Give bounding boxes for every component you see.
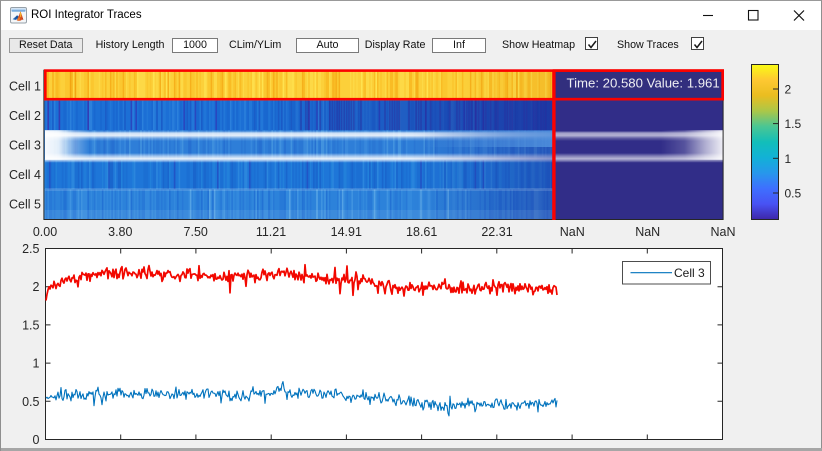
- svg-text:1.5: 1.5: [22, 318, 39, 332]
- svg-text:0.5: 0.5: [22, 395, 39, 409]
- svg-text:0.5: 0.5: [785, 187, 802, 201]
- svg-text:1.5: 1.5: [785, 117, 802, 131]
- svg-text:0.00: 0.00: [33, 225, 57, 239]
- svg-text:NaN: NaN: [560, 225, 585, 239]
- svg-text:22.31: 22.31: [481, 225, 512, 239]
- svg-text:2: 2: [785, 83, 792, 97]
- svg-text:1: 1: [785, 152, 792, 166]
- svg-text:Cell 1: Cell 1: [9, 79, 41, 93]
- svg-text:1: 1: [33, 357, 40, 371]
- svg-text:Cell 3: Cell 3: [674, 266, 705, 280]
- svg-text:7.50: 7.50: [184, 225, 208, 239]
- svg-text:14.91: 14.91: [331, 225, 362, 239]
- svg-text:11.21: 11.21: [256, 225, 286, 239]
- svg-text:0: 0: [33, 433, 40, 447]
- svg-text:NaN: NaN: [635, 225, 660, 239]
- svg-text:Cell 4: Cell 4: [9, 168, 41, 182]
- svg-text:Cell 3: Cell 3: [9, 139, 41, 153]
- svg-text:Cell 2: Cell 2: [9, 109, 41, 123]
- svg-text:2.5: 2.5: [22, 242, 39, 256]
- svg-text:NaN: NaN: [710, 225, 735, 239]
- svg-text:18.61: 18.61: [406, 225, 437, 239]
- svg-text:Cell 5: Cell 5: [9, 198, 41, 212]
- svg-text:Time: 20.580 Value: 1.961: Time: 20.580 Value: 1.961: [567, 76, 720, 91]
- svg-text:2: 2: [33, 280, 40, 294]
- svg-text:3.80: 3.80: [108, 225, 132, 239]
